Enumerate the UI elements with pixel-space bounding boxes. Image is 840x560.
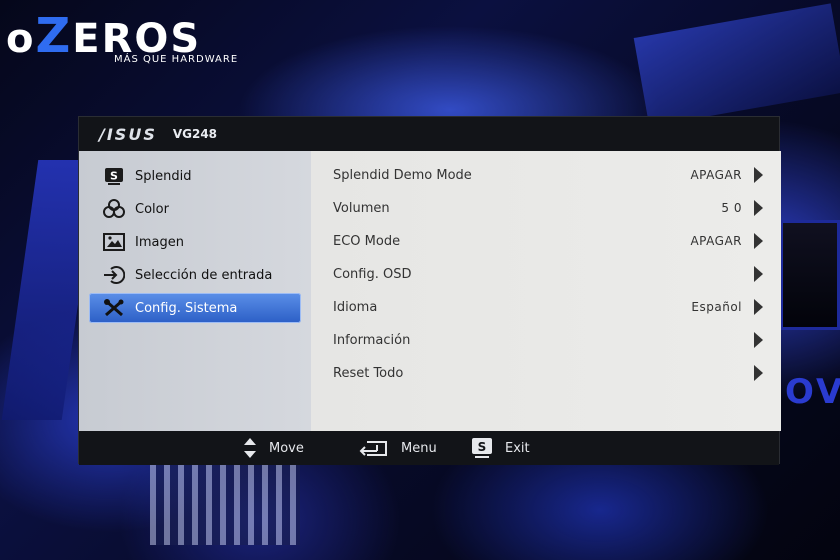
sidebar-item-splendid[interactable]: S Splendid (89, 161, 301, 191)
background-decor (150, 455, 300, 545)
setting-label: Volumen (333, 200, 390, 216)
background-decor (633, 3, 840, 127)
setting-label: Reset Todo (333, 365, 404, 381)
sidebar-item-label: Splendid (135, 168, 192, 184)
setting-label: Config. OSD (333, 266, 412, 282)
arrow-right-icon (754, 299, 763, 315)
setting-row-config-osd[interactable]: Config. OSD (333, 262, 763, 286)
setting-row-idioma[interactable]: Idioma Español (333, 295, 763, 319)
sidebar-item-seleccion-entrada[interactable]: Selección de entrada (89, 260, 301, 290)
svg-text:S: S (478, 440, 487, 454)
sidebar-item-label: Imagen (135, 234, 184, 250)
osd-sidebar: S Splendid Color Imagen Selección de ent… (79, 151, 311, 431)
footer-exit: S Exit (471, 431, 530, 465)
setting-label: Información (333, 332, 411, 348)
setting-value: APAGAR (690, 234, 742, 248)
setting-value: APAGAR (690, 168, 742, 182)
logo-prefix: o (6, 16, 36, 62)
splendid-exit-icon: S (471, 437, 493, 459)
move-label: Move (269, 440, 304, 456)
background-text: OVI (785, 372, 840, 412)
menu-enter-icon (359, 438, 389, 458)
osd-menu: /ISUS VG248 S Splendid Color Imagen Sele… (78, 116, 781, 465)
setting-row-reset-todo[interactable]: Reset Todo (333, 361, 763, 385)
setting-label: ECO Mode (333, 233, 401, 249)
footer-move: Move (243, 431, 304, 465)
color-icon (103, 199, 125, 219)
setting-value: 5 0 (721, 201, 742, 215)
setting-label: Splendid Demo Mode (333, 167, 472, 183)
footer-menu: Menu (359, 431, 437, 465)
asus-logo: /ISUS (99, 124, 157, 144)
arrow-right-icon (754, 332, 763, 348)
input-select-icon (103, 265, 125, 285)
osd-footer: Move Menu S Exit (79, 431, 779, 465)
sidebar-item-label: Color (135, 201, 169, 217)
arrow-right-icon (754, 266, 763, 282)
background-decor (780, 220, 840, 330)
logo-z: Z (35, 8, 73, 64)
arrow-right-icon (754, 200, 763, 216)
setting-row-volumen[interactable]: Volumen 5 0 (333, 196, 763, 220)
svg-text:S: S (110, 170, 118, 183)
sidebar-item-color[interactable]: Color (89, 194, 301, 224)
setting-row-eco-mode[interactable]: ECO Mode APAGAR (333, 229, 763, 253)
logo-tagline: MÁS QUE HARDWARE (114, 54, 239, 65)
setting-value: Español (691, 300, 742, 314)
splendid-icon: S (103, 166, 125, 186)
setting-label: Idioma (333, 299, 378, 315)
sidebar-item-label: Selección de entrada (135, 267, 273, 283)
setting-row-informacion[interactable]: Información (333, 328, 763, 352)
ozeros-logo: oZEROS MÁS QUE HARDWARE (6, 8, 268, 68)
arrow-right-icon (754, 365, 763, 381)
up-down-arrows-icon (243, 437, 257, 459)
image-icon (103, 232, 125, 252)
arrow-right-icon (754, 233, 763, 249)
osd-settings-panel: Splendid Demo Mode APAGAR Volumen 5 0 EC… (311, 151, 781, 431)
sidebar-item-imagen[interactable]: Imagen (89, 227, 301, 257)
model-name: VG248 (172, 127, 218, 141)
osd-header: /ISUS VG248 (79, 117, 779, 151)
setting-row-splendid-demo-mode[interactable]: Splendid Demo Mode APAGAR (333, 163, 763, 187)
arrow-right-icon (754, 167, 763, 183)
sidebar-item-label: Config. Sistema (135, 300, 238, 316)
exit-label: Exit (505, 440, 530, 456)
menu-label: Menu (401, 440, 437, 456)
sidebar-item-config-sistema[interactable]: Config. Sistema (89, 293, 301, 323)
tools-icon (103, 298, 125, 318)
